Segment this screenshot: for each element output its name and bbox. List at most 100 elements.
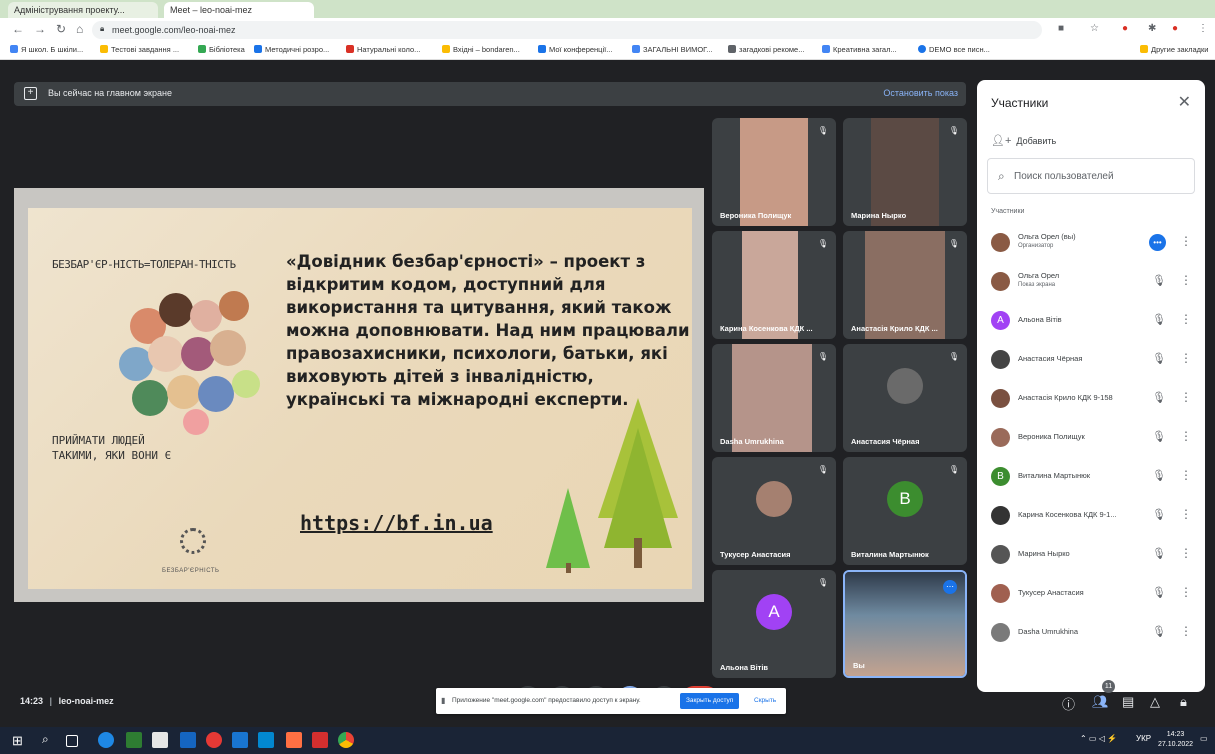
close-icon[interactable]: ✕ [1178, 92, 1191, 112]
tab-2[interactable]: Meet – leo-noai-mez [164, 2, 314, 18]
lock-icon[interactable]: 🔒︎ [1180, 694, 1187, 710]
participant-row[interactable]: A Альона Вітів 🎙︎ ⋮ [987, 304, 1195, 338]
extension-icon[interactable]: ● [1122, 23, 1128, 34]
bookmark-item[interactable]: Методичні розро... [254, 45, 329, 54]
bookmark-item[interactable]: Натуральні коло... [346, 45, 420, 54]
bookmark-item[interactable]: загадкові рекоме... [728, 45, 804, 54]
info-icon[interactable]: ⓘ [1062, 694, 1075, 713]
mic-off-icon[interactable]: 🎙︎ [1152, 625, 1166, 638]
folder-icon [1140, 45, 1148, 53]
opera-icon[interactable] [206, 732, 222, 748]
presentation-slide: БЕЗБАР'ЄР-НІСТЬ=ТОЛЕРАН-ТНІСТЬ ПРИЙМАТИ … [28, 208, 692, 589]
app-icon[interactable] [286, 732, 302, 748]
activities-icon[interactable]: △ [1150, 694, 1160, 710]
mic-off-icon[interactable]: 🎙︎ [1152, 391, 1166, 404]
participant-tile[interactable]: 🎙︎ Анастасія Крило КДК ... [843, 231, 967, 339]
participant-tile[interactable]: 🎙︎ Dasha Umrukhina [712, 344, 836, 452]
windows-start-icon[interactable]: ⊞ [12, 733, 23, 749]
participant-row[interactable]: Марина Ныркo 🎙︎ ⋮ [987, 538, 1195, 572]
more-options-icon[interactable]: ⋮ [1180, 468, 1192, 482]
tray-icons[interactable]: ⌃ ▭ ◁ ⚡ [1080, 734, 1117, 743]
participant-tile[interactable]: 🎙︎ Анастасия Чёрная [843, 344, 967, 452]
bookmark-item[interactable]: Вхідні – bondaren... [442, 45, 520, 54]
more-options-icon[interactable]: ⋮ [1180, 546, 1192, 560]
add-people-button[interactable]: 👤︎+ Добавить [991, 134, 1056, 147]
edge-legacy-icon[interactable] [258, 732, 274, 748]
participant-row[interactable]: Тукусер Анастасия 🎙︎ ⋮ [987, 577, 1195, 611]
participant-tile[interactable]: B 🎙︎ Виталина Мартынюк [843, 457, 967, 565]
search-input[interactable]: ⌕ Поиск пользователей [987, 158, 1195, 194]
participant-row[interactable]: Dasha Umrukhina 🎙︎ ⋮ [987, 616, 1195, 650]
clock[interactable]: 14:23 27.10.2022 [1158, 730, 1193, 750]
bookmark-item[interactable]: Креативна загал... [822, 45, 897, 54]
language-indicator[interactable]: УКР [1136, 734, 1151, 743]
bookmark-item[interactable]: Мої конференції... [538, 45, 612, 54]
store-icon[interactable] [152, 732, 168, 748]
participant-row[interactable]: Анастасія Крило КДК 9-158 🎙︎ ⋮ [987, 382, 1195, 416]
app-icon[interactable] [126, 732, 142, 748]
mic-off-icon[interactable]: 🎙︎ [1152, 586, 1166, 599]
bookmark-item[interactable]: Я школ. Б шкіли... [10, 45, 83, 54]
mic-off-icon[interactable]: 🎙︎ [1152, 274, 1166, 287]
hide-button[interactable]: Скрыть [754, 697, 776, 704]
mic-off-icon[interactable]: 🎙︎ [1152, 352, 1166, 365]
back-icon[interactable]: ← [12, 22, 24, 36]
more-options-icon[interactable]: ⋮ [1180, 585, 1192, 599]
bookmark-item[interactable]: Бібліотека [198, 45, 245, 54]
self-tile[interactable]: ⋯ Вы [843, 570, 967, 678]
avatar: B [991, 467, 1010, 486]
more-options-icon[interactable]: ⋮ [1180, 234, 1192, 248]
stop-presenting-button[interactable]: Остановить показ [883, 88, 958, 98]
participant-tile[interactable]: 🎙︎ Карина Косенкова КДК ... [712, 231, 836, 339]
mic-off-icon[interactable]: 🎙︎ [1152, 313, 1166, 326]
chat-icon[interactable]: ▤ [1122, 694, 1134, 710]
reload-icon[interactable]: ↻ [56, 22, 66, 36]
participant-row[interactable]: Карина Косенкова КДК 9-1... 🎙︎ ⋮ [987, 499, 1195, 533]
participant-tile[interactable]: 🎙︎ Марина Ныркo [843, 118, 967, 226]
participant-row[interactable]: Вероника Полищук 🎙︎ ⋮ [987, 421, 1195, 455]
profile-icon[interactable]: ● [1172, 23, 1178, 34]
mic-off-icon[interactable]: 🎙︎ [1152, 508, 1166, 521]
camera-icon[interactable]: ■ [1058, 23, 1064, 34]
search-icon[interactable]: ⌕ [42, 732, 58, 748]
tab-1[interactable]: Адміністрування проекту... [8, 2, 158, 18]
more-icon[interactable]: ⋯ [943, 580, 957, 594]
participant-row[interactable]: B Виталина Мартынюк 🎙︎ ⋮ [987, 460, 1195, 494]
edge-icon[interactable] [98, 732, 114, 748]
chrome-icon[interactable] [338, 732, 354, 748]
people-icon[interactable]: 👥︎ [1092, 694, 1109, 710]
more-options-icon[interactable]: ⋮ [1180, 429, 1192, 443]
app-icon[interactable] [312, 732, 328, 748]
participant-row[interactable]: Ольга Орел (вы) Организатор ••• ⋮ [987, 226, 1195, 260]
stop-sharing-button[interactable]: Закрыть доступ [680, 693, 740, 709]
address-bar[interactable]: 🔒︎ meet.google.com/leo-noai-mez [92, 21, 1042, 39]
home-icon[interactable]: ⌂ [76, 22, 83, 36]
participant-row[interactable]: Ольга Орел Показ экрана 🎙︎ ⋮ [987, 265, 1195, 299]
app-icon[interactable] [232, 732, 248, 748]
more-options-icon[interactable]: ⋮ [1180, 312, 1192, 326]
bookmark-item[interactable]: DEMO все писн... [918, 45, 990, 54]
more-options-icon[interactable]: ⋮ [1180, 273, 1192, 287]
more-options-icon[interactable]: ⋮ [1180, 351, 1192, 365]
other-bookmarks[interactable]: Другие закладки [1140, 45, 1208, 54]
participant-row[interactable]: Анастасия Чёрная 🎙︎ ⋮ [987, 343, 1195, 377]
mic-off-icon[interactable]: 🎙︎ [1152, 469, 1166, 482]
star-icon[interactable]: ☆ [1090, 23, 1099, 34]
bookmark-item[interactable]: ЗАГАЛЬНІ ВИМОГ... [632, 45, 713, 54]
more-options-icon[interactable]: ⋮ [1180, 390, 1192, 404]
bookmark-item[interactable]: Тестові завдання ... [100, 45, 179, 54]
menu-icon[interactable]: ⋮ [1198, 23, 1208, 34]
puzzle-icon[interactable]: ✱ [1148, 23, 1156, 34]
mail-icon[interactable] [180, 732, 196, 748]
notifications-icon[interactable]: ▭ [1200, 734, 1208, 743]
more-options-icon[interactable]: ⋮ [1180, 507, 1192, 521]
mic-off-icon[interactable]: 🎙︎ [1152, 547, 1166, 560]
participant-tile[interactable]: 🎙︎ Вероника Полищук [712, 118, 836, 226]
more-options-icon[interactable]: ⋮ [1180, 624, 1192, 638]
mic-off-icon[interactable]: 🎙︎ [1152, 430, 1166, 443]
participant-tile[interactable]: A 🎙︎ Альона Вітів [712, 570, 836, 678]
participant-tile[interactable]: 🎙︎ Тукусер Анастасия [712, 457, 836, 565]
taskview-icon[interactable] [66, 735, 78, 747]
bookmark-icon [728, 45, 736, 53]
forward-icon[interactable]: → [34, 22, 46, 36]
